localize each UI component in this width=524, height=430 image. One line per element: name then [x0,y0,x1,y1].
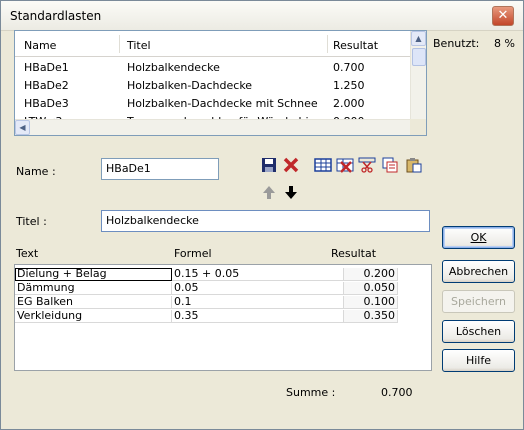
list-item-resultat: 2.000 [333,97,365,110]
grid-header-text: Text [16,247,39,260]
list-item-titel: Holzbalken-Dachdecke mit Schnee [127,97,318,110]
list-item[interactable]: HBaDe3 Holzbalken-Dachdecke mit Schnee 2… [15,95,410,113]
grid-cell-formel[interactable]: 0.1 [172,296,344,309]
list-item-resultat: 0.700 [333,61,365,74]
grid-cell-resultat: 0.200 [344,268,398,281]
list-item-titel: Holzbalken-Dachdecke [127,79,253,92]
horizontal-scrollbar[interactable]: ◀ [15,119,410,135]
scroll-up-icon[interactable]: ▲ [411,31,426,46]
table-row[interactable]: Dämmung 0.05 0.050 [15,282,431,295]
arrow-down-icon[interactable] [282,184,300,200]
paste-icon[interactable] [405,157,423,173]
grid-cell-text[interactable]: Dämmung [15,282,172,295]
delete-icon[interactable] [282,157,300,173]
benutzt-label: Benutzt: [433,37,480,50]
abbrechen-button-label: Abbrechen [448,265,509,278]
list-item-resultat: 1.250 [333,79,365,92]
grid-cell-resultat: 0.050 [344,282,398,295]
table-icon[interactable] [314,157,332,173]
loeschen-button-label: Löschen [455,325,502,338]
abbrechen-button[interactable]: Abbrechen [442,260,515,283]
titel-label: Titel : [16,215,47,228]
grid-cell-resultat: 0.350 [344,310,398,323]
grid-cell-formel[interactable]: 0.05 [172,282,344,295]
grid-cell-text[interactable]: Dielung + Belag [15,268,172,281]
table-row[interactable]: Dielung + Belag 0.15 + 0.05 0.200 [15,268,431,281]
copy-icon[interactable] [381,157,399,173]
loads-list[interactable]: Name Titel Resultat HBaDe1 Holzbalkendec… [14,30,427,136]
vertical-scrollbar[interactable]: ▲ [410,31,426,119]
standardlasten-dialog: Standardlasten ✕ Name Titel Resultat HBa… [0,0,524,430]
name-input[interactable]: HBaDe1 [101,158,219,180]
grid-cell-formel[interactable]: 0.35 [172,310,344,323]
list-item[interactable]: HBaDe2 Holzbalken-Dachdecke 1.250 [15,77,410,95]
title-bar[interactable]: Standardlasten ✕ [1,1,523,31]
save-icon[interactable] [260,157,278,173]
grid-cell-text[interactable]: EG Balken [15,296,172,309]
list-header: Name Titel Resultat [15,31,410,57]
ok-button-label: OK [470,231,487,244]
speichern-button-label: Speichern [451,295,506,308]
grid-cell-text[interactable]: Verkleidung [15,310,172,323]
arrow-up-icon[interactable] [260,184,278,200]
summe-value: 0.700 [381,386,413,399]
ok-button[interactable]: OK [442,226,515,249]
list-item[interactable]: HBaDe1 Holzbalkendecke 0.700 [15,59,410,77]
grid-cell-resultat: 0.100 [344,296,398,309]
delete-row-icon[interactable] [336,157,354,173]
benutzt-value: 8 % [494,37,515,50]
scroll-thumb[interactable] [412,48,426,66]
scroll-corner [410,119,426,135]
loeschen-button[interactable]: Löschen [442,320,515,343]
column-header-resultat[interactable]: Resultat [333,39,403,52]
grid-cell-formel[interactable]: 0.15 + 0.05 [172,268,344,281]
close-button[interactable]: ✕ [492,6,514,26]
column-header-titel[interactable]: Titel [127,39,327,52]
cut-icon[interactable] [358,157,376,173]
close-icon: ✕ [497,8,509,23]
table-row[interactable]: EG Balken 0.1 0.100 [15,296,431,309]
hilfe-button-label: Hilfe [465,354,492,367]
scroll-left-icon[interactable]: ◀ [15,120,30,135]
grid-header-resultat: Resultat [331,247,377,260]
list-item-titel: Holzbalkendecke [127,61,220,74]
titel-input[interactable]: Holzbalkendecke [101,210,430,232]
formula-grid[interactable]: Dielung + Belag 0.15 + 0.05 0.200 Dämmun… [14,264,432,371]
window-title: Standardlasten [10,9,102,23]
table-row[interactable]: Verkleidung 0.35 0.350 [15,310,431,323]
grid-header-formel: Formel [174,247,212,260]
name-label: Name : [16,165,56,178]
summe-label: Summe : [286,386,336,399]
list-item-name: HBaDe2 [24,79,69,92]
list-item-name: HBaDe3 [24,97,69,110]
column-header-name[interactable]: Name [24,39,124,52]
speichern-button[interactable]: Speichern [442,290,515,313]
hilfe-button[interactable]: Hilfe [442,349,515,372]
list-item-name: HBaDe1 [24,61,69,74]
